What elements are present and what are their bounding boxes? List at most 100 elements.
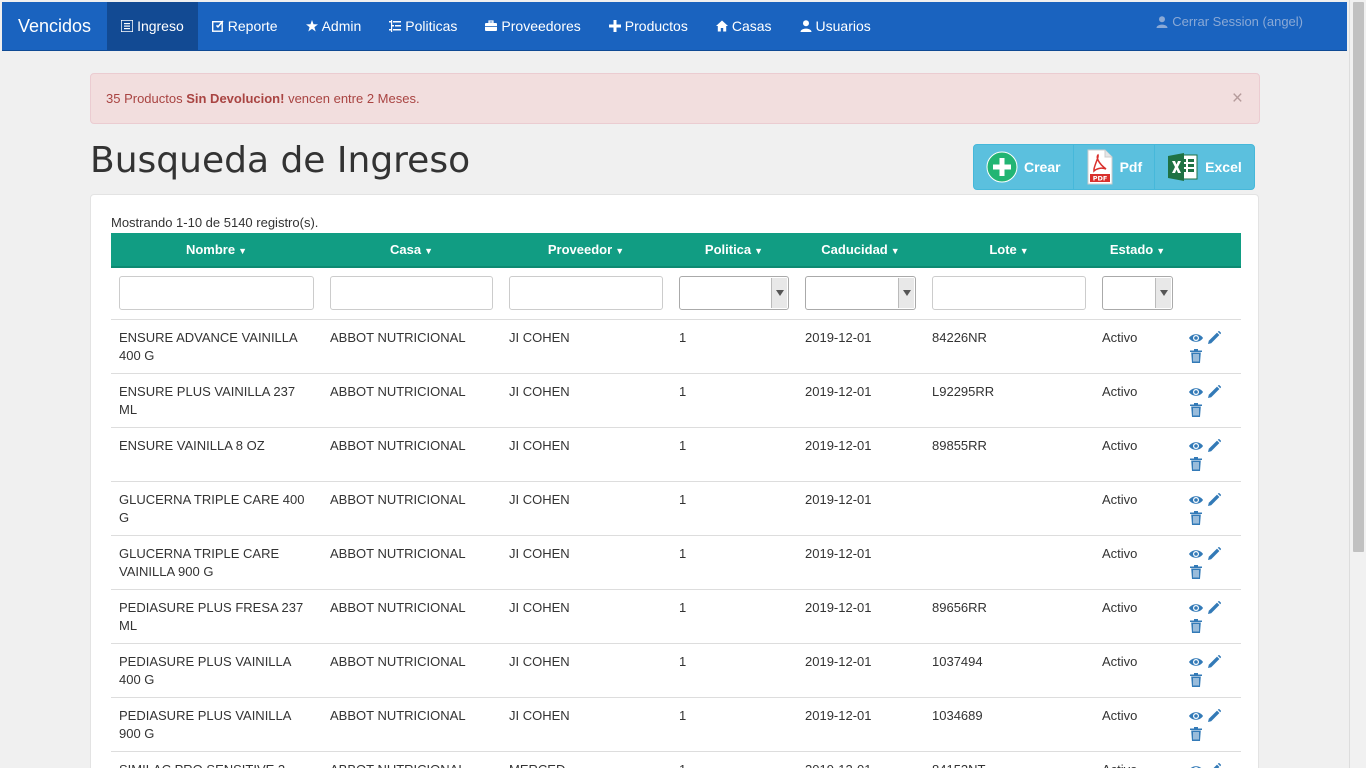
pencil-icon[interactable] [1207,762,1221,768]
cell-politica: 1 [671,535,797,590]
column-header-proveedor[interactable]: Proveedor ▼ [501,233,671,268]
eye-icon[interactable] [1189,763,1203,768]
table-row: ENSURE ADVANCE VAINILLA 400 G ABBOT NUTR… [111,319,1241,374]
alert-close-button[interactable]: × [1232,74,1243,123]
pencil-icon[interactable] [1207,438,1221,453]
cell-lote: 1034689 [924,697,1094,752]
table-row: PEDIASURE PLUS VAINILLA 900 G ABBOT NUTR… [111,697,1241,752]
column-header-casa[interactable]: Casa ▼ [322,233,501,268]
create-label: Crear [1024,159,1061,175]
cell-estado: Activo [1094,535,1181,590]
pdf-button[interactable]: PDF Pdf [1074,145,1156,189]
trash-icon[interactable] [1189,511,1203,526]
trash-icon[interactable] [1189,457,1203,472]
eye-icon[interactable] [1189,709,1203,723]
excel-button[interactable]: Excel [1155,145,1254,189]
filter-nombre-input[interactable] [119,276,314,311]
cell-actions [1181,751,1241,768]
cell-nombre: PEDIASURE PLUS VAINILLA 900 G [111,697,322,752]
column-header-politica[interactable]: Politica ▼ [671,233,797,268]
cell-estado: Activo [1094,427,1181,482]
filter-lote-input[interactable] [932,276,1086,311]
column-header-nombre[interactable]: Nombre ▼ [111,233,322,268]
list-icon [121,20,134,32]
cell-politica: 1 [671,589,797,644]
edit-icon [211,20,224,32]
filter-caducidad-select[interactable] [805,276,916,311]
nav-item-reporte[interactable]: Reporte [198,2,292,51]
table-row: PEDIASURE PLUS VAINILLA 400 G ABBOT NUTR… [111,643,1241,698]
pencil-icon[interactable] [1207,546,1221,561]
cell-lote [924,535,1094,590]
eye-icon[interactable] [1189,385,1203,399]
brand-link[interactable]: Vencidos [2,2,107,51]
pdf-file-icon: PDF [1087,149,1113,185]
column-header-estado[interactable]: Estado ▼ [1094,233,1181,268]
pencil-icon[interactable] [1207,330,1221,345]
eye-icon[interactable] [1189,547,1203,561]
cell-caducidad: 2019-12-01 [797,589,924,644]
action-toolbar: Crear PDF Pdf Excel [973,144,1255,190]
trash-icon[interactable] [1189,349,1203,364]
alert-suffix: vencen entre 2 Meses. [284,91,420,106]
filter-casa-input[interactable] [330,276,493,311]
eye-icon[interactable] [1189,439,1203,453]
column-header-caducidad[interactable]: Caducidad ▼ [797,233,924,268]
eye-icon[interactable] [1189,601,1203,615]
nav-item-admin[interactable]: Admin [292,2,376,51]
tasks-icon [389,20,402,32]
trash-icon[interactable] [1189,727,1203,742]
filter-proveedor-input[interactable] [509,276,663,311]
nav-item-label: Usuarios [815,18,871,34]
pencil-icon[interactable] [1207,492,1221,507]
trash-icon[interactable] [1189,403,1203,418]
column-header-lote[interactable]: Lote ▼ [924,233,1094,268]
cell-proveedor: JI COHEN [501,427,671,482]
page-title: Busqueda de Ingreso [90,140,471,181]
cell-actions [1181,373,1241,428]
cell-lote: 84153NT [924,751,1094,768]
cell-estado: Activo [1094,697,1181,752]
pencil-icon[interactable] [1207,708,1221,723]
scrollbar-thumb[interactable] [1353,2,1364,552]
trash-icon[interactable] [1189,619,1203,634]
eye-icon[interactable] [1189,655,1203,669]
pencil-icon[interactable] [1207,654,1221,669]
pencil-icon[interactable] [1207,600,1221,615]
nav-item-productos[interactable]: Productos [595,2,702,51]
eye-icon[interactable] [1189,493,1203,507]
cell-estado: Activo [1094,373,1181,428]
filter-politica-select[interactable] [679,276,789,311]
nav-item-politicas[interactable]: Politicas [375,2,471,51]
create-button[interactable]: Crear [974,145,1074,189]
page-scrollbar[interactable] [1349,0,1366,768]
cell-caducidad: 2019-12-01 [797,535,924,590]
trash-icon[interactable] [1189,565,1203,580]
cell-proveedor: JI COHEN [501,643,671,698]
trash-icon[interactable] [1189,673,1203,688]
user-icon [1156,16,1168,28]
filter-estado-select[interactable] [1102,276,1173,311]
logout-link[interactable]: Cerrar Session (angel) [1156,2,1303,42]
cell-actions [1181,697,1241,752]
nav-item-ingreso[interactable]: Ingreso [107,1,198,51]
eye-icon[interactable] [1189,331,1203,345]
nav-item-casas[interactable]: Casas [702,2,786,51]
nav-item-label: Productos [624,18,688,34]
cell-proveedor: JI COHEN [501,535,671,590]
cell-lote [924,481,1094,536]
plus-circle-icon [986,151,1018,183]
cell-nombre: GLUCERNA TRIPLE CARE 400 G [111,481,322,536]
cell-nombre: ENSURE ADVANCE VAINILLA 400 G [111,319,322,374]
cell-politica: 1 [671,751,797,768]
cell-casa: ABBOT NUTRICIONAL [322,751,501,768]
chevron-down-icon [775,290,784,297]
cell-casa: ABBOT NUTRICIONAL [322,481,501,536]
cell-actions [1181,319,1241,374]
nav-item-usuarios[interactable]: Usuarios [786,2,885,51]
alert-bold: Sin Devolucion! [186,91,285,106]
pencil-icon[interactable] [1207,384,1221,399]
logout-label: Cerrar Session (angel) [1172,14,1303,29]
nav-item-proveedores[interactable]: Proveedores [471,2,594,51]
cell-nombre: ENSURE VAINILLA 8 OZ [111,427,322,482]
